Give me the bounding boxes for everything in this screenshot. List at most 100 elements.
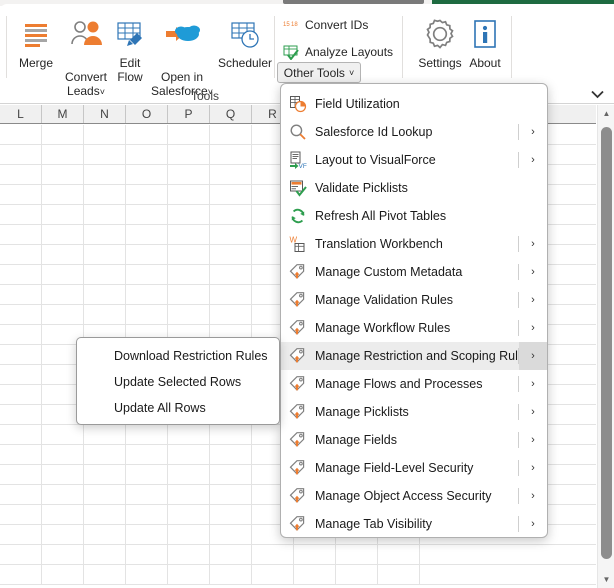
grid-cell[interactable] bbox=[0, 365, 42, 384]
grid-cell[interactable] bbox=[42, 285, 84, 304]
restriction-rules-submenu[interactable]: Download Restriction RulesUpdate Selecte… bbox=[76, 337, 280, 425]
grid-cell[interactable] bbox=[336, 545, 378, 564]
submenu-item-update-selected-rows[interactable]: Update Selected Rows bbox=[77, 369, 279, 395]
menu-item-validate-picklists[interactable]: Validate Picklists bbox=[281, 174, 547, 202]
chevron-right-icon[interactable]: › bbox=[519, 454, 547, 482]
grid-cell[interactable] bbox=[42, 165, 84, 184]
grid-cell[interactable] bbox=[168, 525, 210, 544]
grid-cell[interactable] bbox=[126, 445, 168, 464]
grid-cell[interactable] bbox=[42, 465, 84, 484]
grid-cell[interactable] bbox=[0, 285, 42, 304]
grid-cell[interactable] bbox=[168, 265, 210, 284]
grid-cell[interactable] bbox=[0, 325, 42, 344]
scroll-down-arrow-icon[interactable]: ▼ bbox=[598, 571, 614, 588]
chevron-right-icon[interactable]: › bbox=[519, 398, 547, 426]
grid-cell[interactable] bbox=[210, 525, 252, 544]
column-header-o[interactable]: O bbox=[126, 105, 168, 123]
grid-cell[interactable] bbox=[168, 465, 210, 484]
settings-button[interactable]: Settings bbox=[412, 12, 468, 70]
grid-cell[interactable] bbox=[126, 245, 168, 264]
grid-cell[interactable] bbox=[42, 485, 84, 504]
grid-cell[interactable] bbox=[168, 545, 210, 564]
grid-cell[interactable] bbox=[84, 425, 126, 444]
grid-cell[interactable] bbox=[210, 445, 252, 464]
grid-cell[interactable] bbox=[42, 125, 84, 144]
grid-cell[interactable] bbox=[42, 305, 84, 324]
grid-cell[interactable] bbox=[126, 145, 168, 164]
grid-cell[interactable] bbox=[168, 445, 210, 464]
menu-item-salesforce-id-lookup[interactable]: Salesforce Id Lookup› bbox=[281, 118, 547, 146]
grid-cell[interactable] bbox=[42, 565, 84, 584]
grid-cell[interactable] bbox=[84, 445, 126, 464]
column-header-q[interactable]: Q bbox=[210, 105, 252, 123]
scroll-up-arrow-icon[interactable]: ▲ bbox=[598, 105, 614, 122]
grid-cell[interactable] bbox=[126, 465, 168, 484]
grid-cell[interactable] bbox=[84, 485, 126, 504]
grid-cell[interactable] bbox=[42, 505, 84, 524]
grid-cell[interactable] bbox=[168, 165, 210, 184]
grid-cell[interactable] bbox=[210, 265, 252, 284]
grid-cell[interactable] bbox=[168, 205, 210, 224]
menu-item-field-utilization[interactable]: Field Utilization bbox=[281, 90, 547, 118]
edit-flow-button[interactable]: Edit Flow bbox=[110, 12, 150, 84]
grid-cell[interactable] bbox=[126, 285, 168, 304]
grid-cell[interactable] bbox=[252, 545, 294, 564]
grid-cell[interactable] bbox=[210, 205, 252, 224]
ribbon-collapse-chevron-down-icon[interactable] bbox=[584, 84, 610, 104]
grid-cell[interactable] bbox=[210, 125, 252, 144]
grid-cell[interactable] bbox=[0, 465, 42, 484]
grid-cell[interactable] bbox=[126, 425, 168, 444]
menu-item-manage-field-level-security[interactable]: Manage Field-Level Security› bbox=[281, 454, 547, 482]
grid-cell[interactable] bbox=[126, 305, 168, 324]
menu-item-manage-object-access-security[interactable]: Manage Object Access Security› bbox=[281, 482, 547, 510]
grid-cell[interactable] bbox=[210, 165, 252, 184]
grid-cell[interactable] bbox=[126, 505, 168, 524]
grid-cell[interactable] bbox=[210, 465, 252, 484]
grid-cell[interactable] bbox=[0, 305, 42, 324]
grid-cell[interactable] bbox=[84, 145, 126, 164]
grid-cell[interactable] bbox=[0, 545, 42, 564]
grid-cell[interactable] bbox=[168, 185, 210, 204]
grid-cell[interactable] bbox=[210, 425, 252, 444]
grid-cell[interactable] bbox=[84, 565, 126, 584]
merge-button[interactable]: Merge bbox=[12, 12, 60, 70]
grid-cell[interactable] bbox=[210, 225, 252, 244]
grid-cell[interactable] bbox=[84, 185, 126, 204]
submenu-item-update-all-rows[interactable]: Update All Rows bbox=[77, 395, 279, 421]
grid-cell[interactable] bbox=[42, 545, 84, 564]
grid-cell[interactable] bbox=[126, 205, 168, 224]
other-tools-button[interactable]: Other Tools ˅ bbox=[277, 62, 361, 83]
grid-cell[interactable] bbox=[126, 165, 168, 184]
grid-row[interactable] bbox=[0, 565, 596, 585]
menu-item-manage-picklists[interactable]: Manage Picklists› bbox=[281, 398, 547, 426]
menu-item-manage-fields[interactable]: Manage Fields› bbox=[281, 426, 547, 454]
grid-cell[interactable] bbox=[168, 285, 210, 304]
grid-cell[interactable] bbox=[210, 285, 252, 304]
grid-cell[interactable] bbox=[210, 145, 252, 164]
menu-item-manage-validation-rules[interactable]: Manage Validation Rules› bbox=[281, 286, 547, 314]
grid-cell[interactable] bbox=[126, 525, 168, 544]
grid-cell[interactable] bbox=[168, 225, 210, 244]
chevron-right-icon[interactable]: › bbox=[519, 370, 547, 398]
grid-cell[interactable] bbox=[378, 565, 420, 584]
grid-cell[interactable] bbox=[378, 545, 420, 564]
grid-cell[interactable] bbox=[0, 345, 42, 364]
grid-cell[interactable] bbox=[0, 265, 42, 284]
grid-cell[interactable] bbox=[210, 305, 252, 324]
grid-cell[interactable] bbox=[0, 385, 42, 404]
chevron-right-icon[interactable]: › bbox=[519, 510, 547, 538]
chevron-right-icon[interactable]: › bbox=[519, 314, 547, 342]
menu-item-translation-workbench[interactable]: WTranslation Workbench› bbox=[281, 230, 547, 258]
grid-cell[interactable] bbox=[84, 205, 126, 224]
chevron-down-icon[interactable]: ˅ bbox=[100, 87, 105, 97]
convert-ids-button[interactable]: 15 18 Convert IDs bbox=[283, 16, 368, 33]
grid-cell[interactable] bbox=[84, 305, 126, 324]
grid-cell[interactable] bbox=[42, 185, 84, 204]
grid-cell[interactable] bbox=[168, 305, 210, 324]
menu-item-manage-restriction-and-scoping-rules[interactable]: Manage Restriction and Scoping Rules› bbox=[281, 342, 547, 370]
grid-cell[interactable] bbox=[42, 245, 84, 264]
grid-cell[interactable] bbox=[210, 485, 252, 504]
grid-cell[interactable] bbox=[210, 545, 252, 564]
grid-cell[interactable] bbox=[210, 185, 252, 204]
grid-cell[interactable] bbox=[168, 565, 210, 584]
